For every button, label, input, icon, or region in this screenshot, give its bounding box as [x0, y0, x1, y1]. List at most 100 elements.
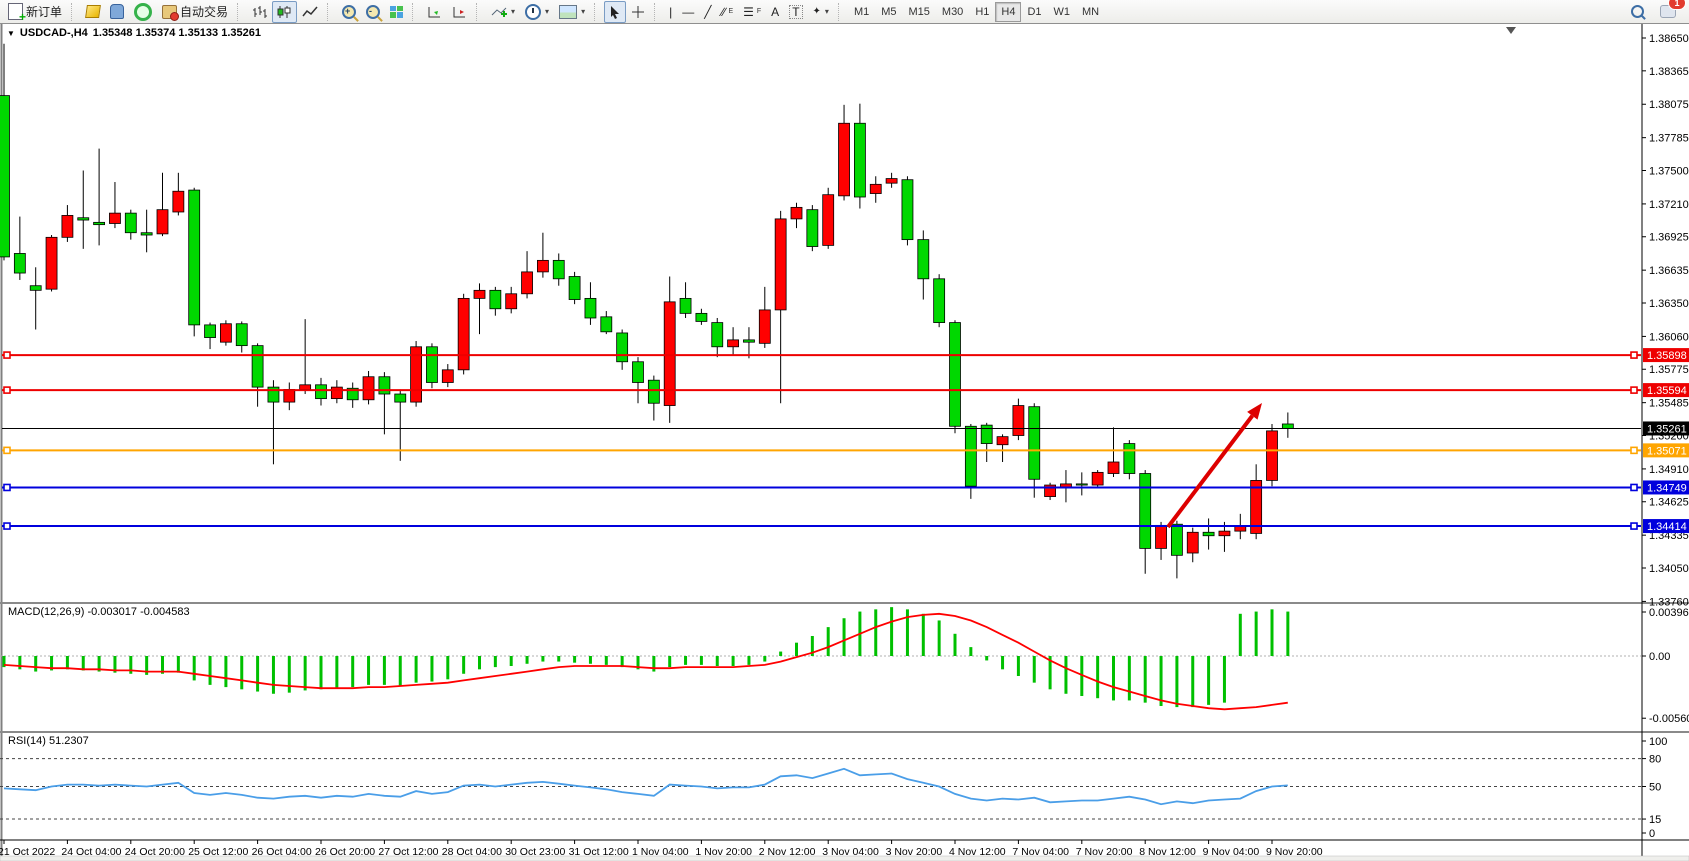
text-tool-icon: A: [771, 6, 779, 18]
collapse-triangle-icon[interactable]: ▼: [7, 29, 15, 38]
channel-sub-label: E: [728, 8, 733, 15]
line-handle[interactable]: [4, 484, 10, 490]
text-label-tool-button[interactable]: T: [784, 1, 807, 23]
candle-body: [537, 260, 548, 272]
timeframe-button-M1[interactable]: M1: [848, 2, 875, 22]
fibonacci-tool-button[interactable]: ☰F: [738, 1, 766, 23]
chart-canvas[interactable]: 1.386501.383651.380751.377851.375001.372…: [0, 0, 1689, 861]
candle: [1124, 440, 1135, 479]
data-window-button[interactable]: [105, 1, 129, 23]
search-button[interactable]: [1626, 1, 1649, 23]
candle-body: [1282, 424, 1293, 429]
candle-body: [680, 298, 691, 313]
timeframe-button-D1[interactable]: D1: [1021, 2, 1047, 22]
candlestick-chart-icon: [277, 5, 292, 19]
new-order-icon: [8, 3, 23, 20]
line-handle[interactable]: [4, 352, 10, 358]
auto-scroll-button[interactable]: [422, 1, 447, 23]
candle-body: [506, 294, 517, 309]
navigator-button[interactable]: [129, 1, 157, 23]
candle-body: [522, 272, 533, 294]
chart-shift-icon: [452, 5, 467, 19]
candle: [807, 205, 818, 251]
rsi-tick-label: 0: [1649, 828, 1655, 840]
line-handle[interactable]: [1631, 447, 1637, 453]
tile-windows-icon: [390, 6, 403, 18]
timeframe-button-M15[interactable]: M15: [903, 2, 936, 22]
timeframe-button-MN[interactable]: MN: [1076, 2, 1105, 22]
candle-body: [997, 437, 1008, 445]
line-handle[interactable]: [1631, 484, 1637, 490]
channel-icon: ∕∕: [721, 6, 725, 18]
candle-body: [379, 377, 390, 394]
new-order-button[interactable]: 新订单: [3, 1, 67, 23]
notifications-button[interactable]: 1: [1655, 1, 1681, 23]
line-handle[interactable]: [1631, 352, 1637, 358]
periods-clock-icon: [525, 4, 541, 20]
cursor-tool-button[interactable]: [604, 1, 626, 23]
candle-body: [902, 180, 913, 240]
candle-body: [585, 298, 596, 318]
line-handle[interactable]: [4, 523, 10, 529]
candle-body: [950, 323, 961, 427]
indicators-button[interactable]: ▾: [486, 1, 520, 23]
bar-chart-button[interactable]: [247, 1, 272, 23]
toolbar-separator: [327, 3, 333, 21]
window-bottom-strip: [0, 856, 1689, 861]
line-handle[interactable]: [1631, 523, 1637, 529]
macd-tick-label: 0.003961: [1649, 607, 1689, 619]
arrows-icon: ✦: [813, 7, 821, 17]
candle: [189, 188, 200, 337]
auto-trading-label: 自动交易: [180, 3, 228, 20]
channel-tool-button[interactable]: ∕∕E: [716, 1, 738, 23]
candle-body: [331, 387, 342, 399]
crosshair-tool-button[interactable]: [626, 1, 650, 23]
price-tick-label: 1.38075: [1649, 99, 1689, 111]
candlestick-chart-button[interactable]: [272, 1, 297, 23]
templates-icon: [559, 5, 577, 19]
auto-trading-button[interactable]: 自动交易: [157, 1, 233, 23]
line-chart-button[interactable]: [297, 1, 323, 23]
candle-body: [965, 426, 976, 486]
line-handle[interactable]: [4, 387, 10, 393]
periods-button[interactable]: ▾: [520, 1, 554, 23]
price-tick-label: 1.36635: [1649, 265, 1689, 277]
candle-body: [569, 276, 580, 299]
candle-body: [648, 380, 659, 403]
line-handle[interactable]: [1631, 387, 1637, 393]
line-handle[interactable]: [4, 447, 10, 453]
auto-trading-icon: [162, 5, 177, 19]
horizontal-line-icon: —: [682, 6, 694, 18]
timeframe-button-W1[interactable]: W1: [1048, 2, 1077, 22]
trendline-icon: ╱: [704, 6, 711, 18]
candle-body: [886, 179, 897, 184]
arrows-tool-button[interactable]: ✦ ▾: [808, 1, 834, 23]
ohlc-readout: 1.35348 1.35374 1.35133 1.35261: [93, 27, 261, 39]
rsi-tick-label: 100: [1649, 736, 1667, 748]
tile-windows-button[interactable]: [385, 1, 408, 23]
candle-body: [918, 240, 929, 279]
market-watch-button[interactable]: [81, 1, 105, 23]
horizontal-line-tool-button[interactable]: —: [677, 1, 699, 23]
periods-caret-icon: ▾: [545, 7, 549, 16]
text-tool-button[interactable]: A: [766, 1, 784, 23]
candle-body: [1235, 527, 1246, 532]
candle-body: [617, 333, 628, 362]
timeframe-button-M30[interactable]: M30: [936, 2, 969, 22]
templates-button[interactable]: ▾: [554, 1, 590, 23]
vertical-line-tool-button[interactable]: |: [664, 1, 677, 23]
timeframe-button-H4[interactable]: H4: [995, 2, 1021, 22]
candle: [411, 341, 422, 407]
candle-body: [1219, 531, 1230, 536]
candle-body: [1171, 524, 1182, 555]
candle: [934, 274, 945, 327]
timeframe-button-H1[interactable]: H1: [969, 2, 995, 22]
chart-shift-button[interactable]: [447, 1, 472, 23]
timeframe-button-M5[interactable]: M5: [875, 2, 902, 22]
candle-body: [236, 324, 247, 346]
zoom-in-button[interactable]: +: [337, 1, 361, 23]
zoom-out-button[interactable]: -: [361, 1, 385, 23]
trendline-tool-button[interactable]: ╱: [699, 1, 716, 23]
candle-body: [189, 190, 200, 325]
indicators-caret-icon: ▾: [511, 7, 515, 16]
